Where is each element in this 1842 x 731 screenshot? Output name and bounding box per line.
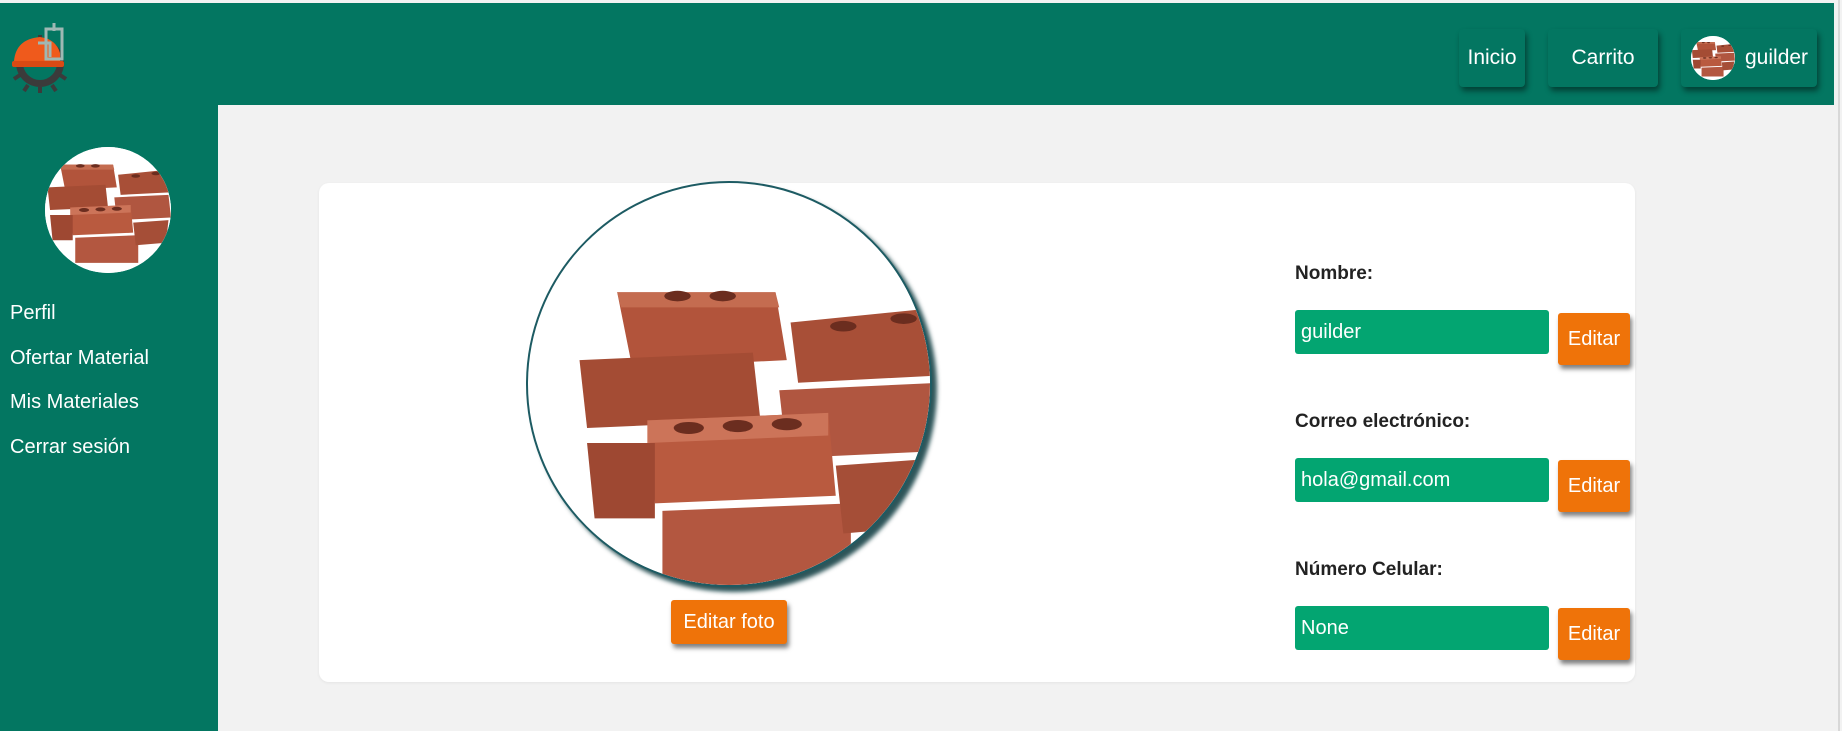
phone-label: Número Celular: xyxy=(1295,559,1443,580)
hardhat-logo-icon[interactable] xyxy=(10,23,76,93)
sidebar-item-perfil[interactable]: Perfil xyxy=(10,302,56,325)
sidebar-avatar xyxy=(45,147,171,273)
sidebar-item-cerrar-sesion[interactable]: Cerrar sesión xyxy=(10,436,130,459)
name-label: Nombre: xyxy=(1295,263,1374,284)
nav-username: guilder xyxy=(1745,46,1809,69)
edit-email-button[interactable]: Editar xyxy=(1558,460,1630,512)
edit-photo-button[interactable]: Editar foto xyxy=(671,600,787,644)
sidebar-item-mis-materiales[interactable]: Mis Materiales xyxy=(10,391,139,414)
profile-photo xyxy=(526,181,932,587)
user-avatar xyxy=(1691,36,1735,80)
nav-carrito-button[interactable]: Carrito xyxy=(1548,29,1658,87)
nav-inicio-button[interactable]: Inicio xyxy=(1459,29,1525,87)
email-label: Correo electrónico: xyxy=(1295,411,1471,432)
email-field[interactable] xyxy=(1295,458,1549,502)
edit-name-button[interactable]: Editar xyxy=(1558,313,1630,365)
sidebar: Perfil Ofertar Material Mis Materiales C… xyxy=(0,105,218,731)
edit-phone-button[interactable]: Editar xyxy=(1558,608,1630,660)
window-edge xyxy=(1834,0,1842,731)
nav-user-button[interactable]: guilder xyxy=(1681,29,1817,87)
phone-field[interactable] xyxy=(1295,606,1549,650)
sidebar-item-ofertar-material[interactable]: Ofertar Material xyxy=(10,347,149,370)
top-navbar: Inicio Carrito guilder xyxy=(0,3,1834,105)
name-field[interactable] xyxy=(1295,310,1549,354)
